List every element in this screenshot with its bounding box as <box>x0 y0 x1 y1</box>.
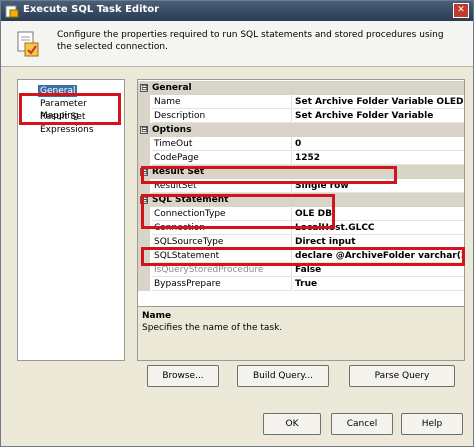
property-name: SQLStatement <box>152 249 292 263</box>
row-gutter <box>138 263 150 277</box>
category-row[interactable]: ⊟ SQL Statement <box>138 193 464 207</box>
description-text: Specifies the name of the task. <box>142 323 283 333</box>
property-value[interactable]: declare @ArchiveFolder varchar(255 <box>293 249 464 263</box>
row-gutter <box>138 151 150 165</box>
property-name: SQLSourceType <box>152 235 292 249</box>
row-gutter <box>138 277 150 291</box>
property-name: BypassPrepare <box>152 277 292 291</box>
row-gutter <box>138 137 150 151</box>
property-description-panel: Name Specifies the name of the task. <box>137 307 465 361</box>
description-title: Name <box>142 311 172 321</box>
window-title: Execute SQL Task Editor <box>23 4 160 15</box>
close-icon: ✕ <box>457 5 465 15</box>
property-row[interactable]: Name Set Archive Folder Variable OLEDB <box>138 95 464 109</box>
cancel-button[interactable]: Cancel <box>331 413 393 435</box>
property-name: CodePage <box>152 151 292 165</box>
collapse-icon[interactable]: ⊟ <box>140 196 148 204</box>
header-description: Configure the properties required to run… <box>57 30 444 52</box>
task-icon <box>5 5 19 18</box>
row-gutter <box>138 207 150 221</box>
property-value[interactable]: OLE DB <box>293 207 464 221</box>
property-row[interactable]: IsQueryStoredProcedure False <box>138 263 464 277</box>
category-label: Options <box>152 125 192 135</box>
nav-item-result-set[interactable]: Result Set <box>38 111 87 123</box>
property-row[interactable]: ConnectionType OLE DB <box>138 207 464 221</box>
property-row[interactable]: BypassPrepare True <box>138 277 464 291</box>
property-value[interactable]: 1252 <box>293 151 464 165</box>
row-gutter <box>138 235 150 249</box>
nav-item-expressions[interactable]: Expressions <box>38 124 96 136</box>
parse-query-button[interactable]: Parse Query <box>349 365 455 387</box>
page-navigation-list: General Parameter Mapping Result Set Exp… <box>17 79 125 361</box>
property-name: Description <box>152 109 292 123</box>
row-gutter <box>138 221 150 235</box>
property-value[interactable]: False <box>293 263 464 277</box>
collapse-icon[interactable]: ⊟ <box>140 84 148 92</box>
help-button[interactable]: Help <box>401 413 463 435</box>
build-query-button[interactable]: Build Query... <box>237 365 329 387</box>
row-gutter <box>138 109 150 123</box>
property-row[interactable]: ResultSet Single row <box>138 179 464 193</box>
property-name: IsQueryStoredProcedure <box>152 263 292 277</box>
execute-sql-task-editor-window: Execute SQL Task Editor ✕ Configure the … <box>0 0 474 447</box>
property-grid: ⊟ General Name Set Archive Folder Variable … <box>137 79 465 307</box>
close-button[interactable]: ✕ <box>453 3 469 18</box>
property-name: ResultSet <box>152 179 292 193</box>
category-label: General <box>152 83 192 93</box>
ok-button[interactable]: OK <box>263 413 321 435</box>
property-value[interactable]: Set Archive Folder Variable OLEDB <box>293 95 464 109</box>
property-value[interactable]: Direct input <box>293 235 464 249</box>
property-row[interactable]: CodePage 1252 <box>138 151 464 165</box>
row-gutter <box>138 179 150 193</box>
browse-button[interactable]: Browse... <box>147 365 219 387</box>
property-name: Name <box>152 95 292 109</box>
property-value[interactable]: LocalHost.GLCC <box>293 221 464 235</box>
row-gutter <box>138 95 150 109</box>
collapse-icon[interactable]: ⊟ <box>140 168 148 176</box>
row-gutter <box>138 249 150 263</box>
property-value[interactable]: 0 <box>293 137 464 151</box>
nav-item-general[interactable]: General <box>38 85 78 97</box>
category-label: SQL Statement <box>152 195 229 205</box>
property-value[interactable]: Single row <box>293 179 464 193</box>
property-name: TimeOut <box>152 137 292 151</box>
sql-task-icon <box>17 31 39 57</box>
property-row[interactable]: Description Set Archive Folder Variable <box>138 109 464 123</box>
category-row[interactable]: ⊟ Result Set <box>138 165 464 179</box>
title-bar[interactable]: Execute SQL Task Editor ✕ <box>1 1 473 21</box>
category-row[interactable]: ⊟ Options <box>138 123 464 137</box>
property-value[interactable]: True <box>293 277 464 291</box>
property-row[interactable]: Connection LocalHost.GLCC <box>138 221 464 235</box>
property-row[interactable]: SQLSourceType Direct input <box>138 235 464 249</box>
category-row[interactable]: ⊟ General <box>138 81 464 95</box>
property-name: ConnectionType <box>152 207 292 221</box>
property-name: Connection <box>152 221 292 235</box>
collapse-icon[interactable]: ⊟ <box>140 126 148 134</box>
property-value[interactable]: Set Archive Folder Variable <box>293 109 464 123</box>
property-row[interactable]: TimeOut 0 <box>138 137 464 151</box>
category-label: Result Set <box>152 167 205 177</box>
nav-item-parameter-mapping[interactable]: Parameter Mapping <box>38 98 124 121</box>
property-row[interactable]: SQLStatement declare @ArchiveFolder varch… <box>138 249 464 263</box>
header-panel: Configure the properties required to run… <box>1 21 473 67</box>
